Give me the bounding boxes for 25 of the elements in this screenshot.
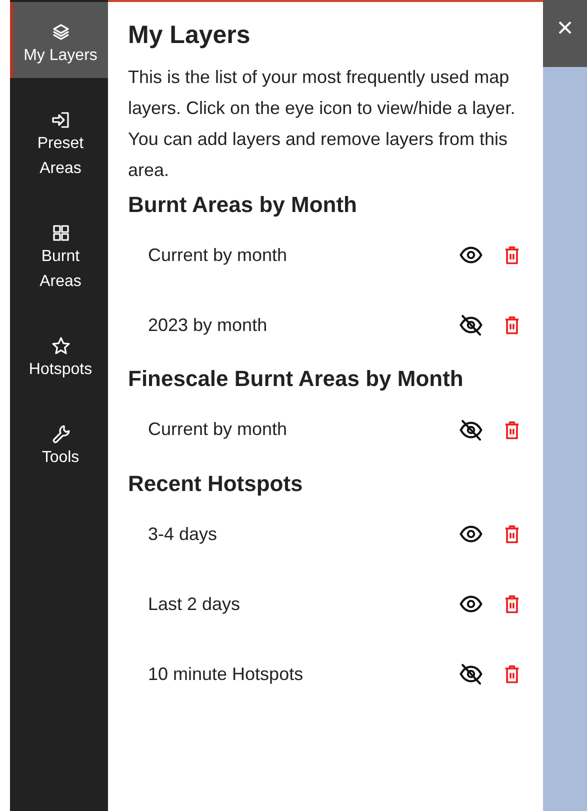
sidebar-tab[interactable]: Tools [10, 406, 108, 480]
wrench-icon [50, 424, 70, 444]
star-icon [50, 336, 70, 356]
layer-name: 10 minute Hotspots [148, 662, 304, 686]
layers-icon [50, 22, 70, 42]
sign-in-icon [50, 110, 70, 130]
description-text: This is the list of your most frequently used map layers. Click on the eye icon to view/hide a layer. You can add layers and remove layers from this area. [128, 66, 516, 182]
sidebar-tab[interactable]: Preset Areas [10, 92, 108, 191]
layer-name: Last 2 days [148, 592, 242, 616]
grid-icon [50, 223, 70, 243]
section-heading: Burnt Areas by Month [128, 192, 358, 218]
sidebar-tab[interactable]: Hotspots [10, 318, 108, 392]
layer-name: Current by month [148, 244, 288, 267]
layer-name: 2023 by month [148, 314, 268, 337]
eye-slash-icon[interactable] [459, 662, 483, 686]
layer-name: Current by month [148, 418, 288, 442]
section-heading: Finescale Burnt Areas by Month [128, 366, 464, 393]
layer-name: 3-4 days [148, 522, 218, 546]
sidebar-tab[interactable]: Burnt Areas [10, 205, 108, 304]
eye-slash-icon[interactable] [459, 313, 483, 338]
close-button[interactable]: × [543, 0, 587, 67]
section-heading: Recent Hotspots [128, 470, 304, 498]
eye-slash-icon[interactable] [459, 418, 483, 442]
sidebar-tab[interactable]: My Layers [10, 2, 108, 78]
panel-title: My Layers [128, 20, 252, 50]
